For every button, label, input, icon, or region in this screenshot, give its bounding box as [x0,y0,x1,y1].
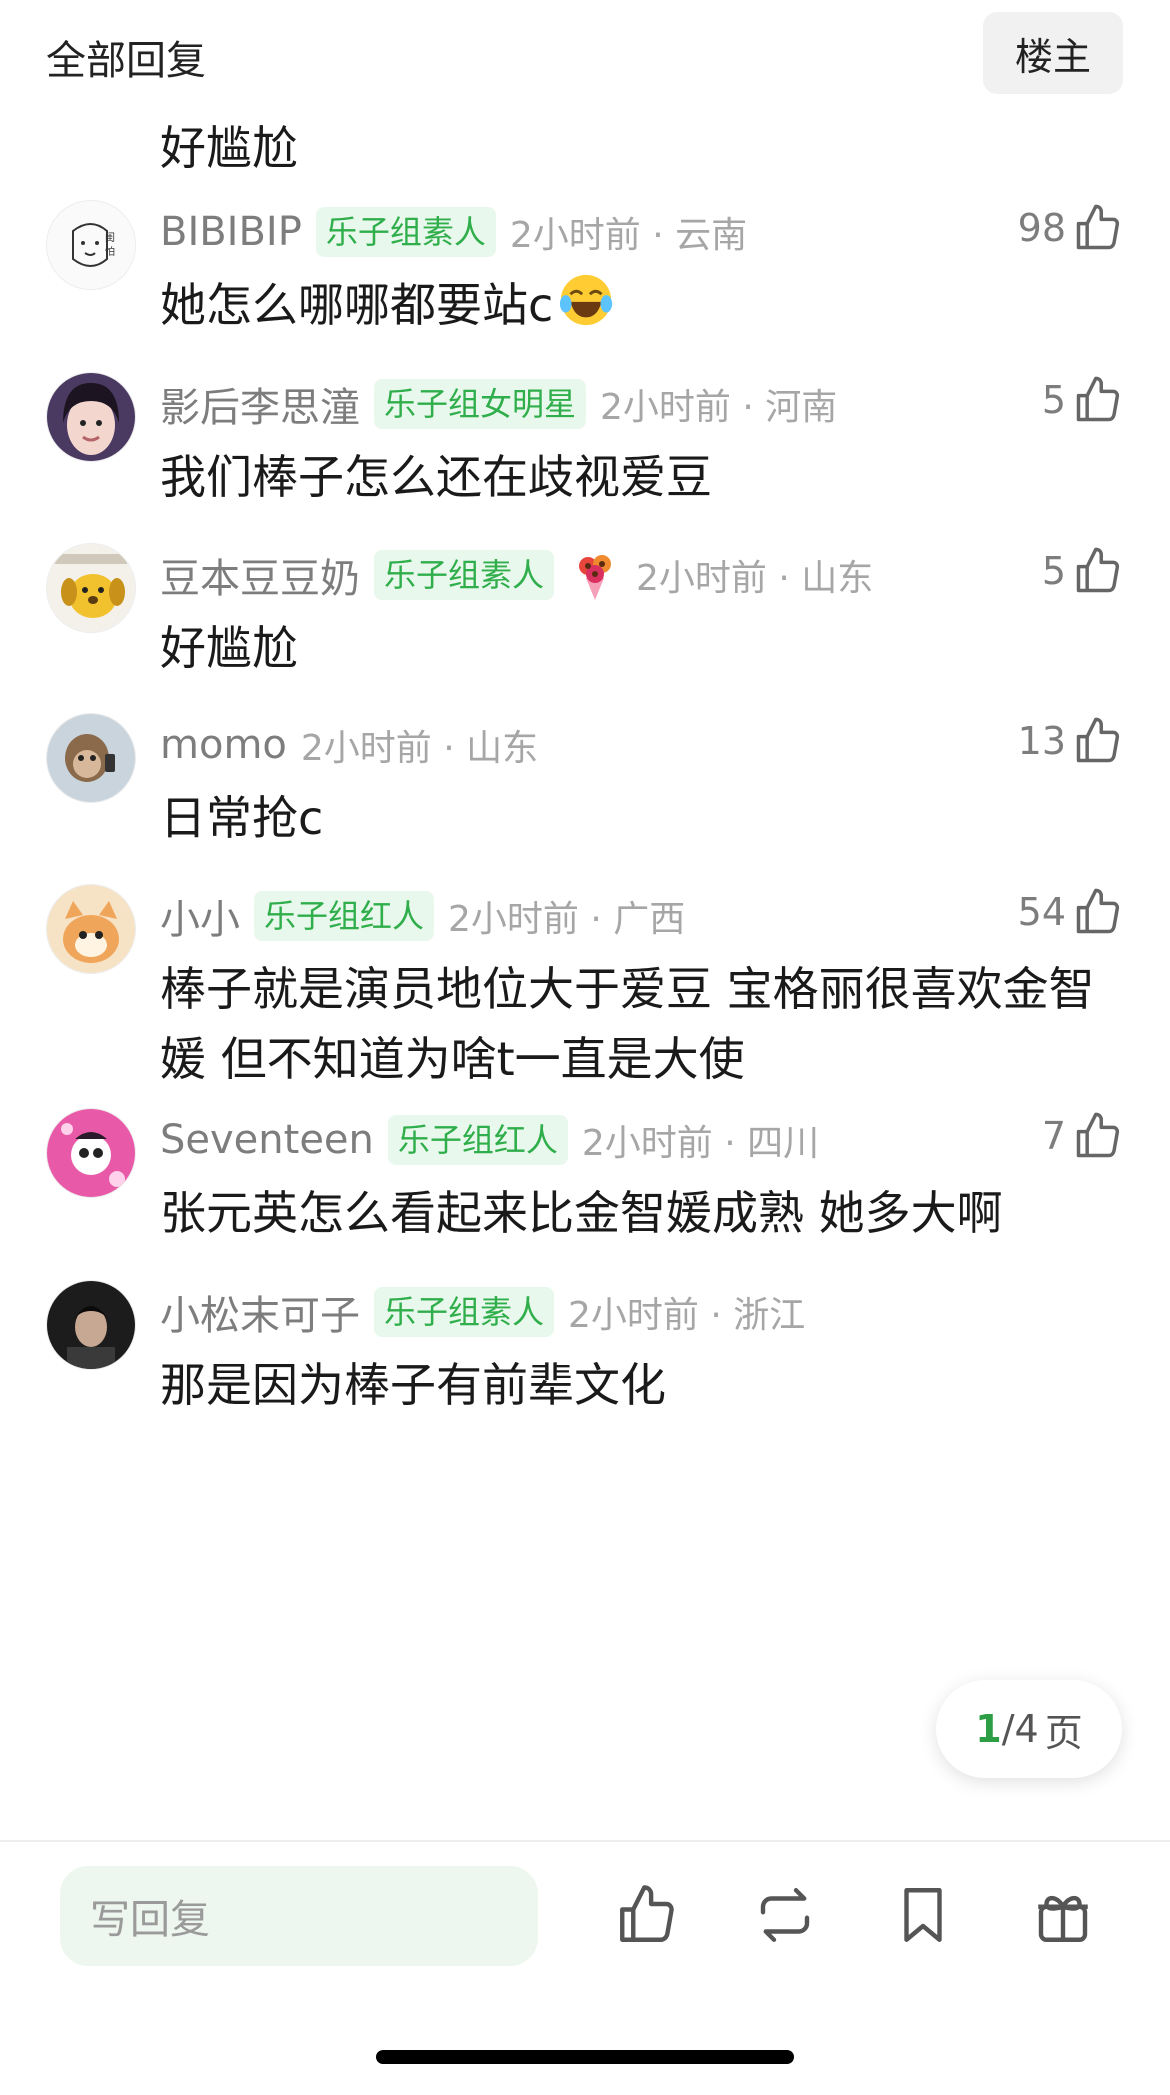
avatar[interactable] [46,884,136,974]
home-indicator [376,2050,794,2064]
svg-text:闺: 闺 [105,231,115,244]
username[interactable]: 影后李思潼 [160,375,360,433]
like-button[interactable]: 5 [1042,545,1124,597]
avatar[interactable] [46,713,136,803]
bookmark-icon[interactable] [890,1882,956,1948]
previous-reply-text: 好尴尬 [160,121,298,175]
like-button[interactable]: 7 [1042,1110,1124,1162]
comment-meta: 豆本豆豆奶 乐子组素人 2小时前 · 山东 [160,547,873,603]
like-button[interactable]: 98 [1018,202,1124,254]
user-badge: 乐子组红人 [254,891,435,941]
thumbs-up-icon [1076,1112,1120,1158]
timestamp-location: 2小时前 · 云南 [509,215,748,256]
comment-text: 棒子就是演员地位大于爱豆 宝格丽很喜欢金智媛 但不知道为啥t一直是大使 [160,962,1095,1086]
laughing-tears-emoji-icon [560,274,613,326]
username[interactable]: 小松末可子 [160,1283,360,1341]
page-title: 全部回复 [46,38,206,84]
timestamp-location: 2小时前 · 山东 [636,558,874,599]
timestamp-location: 2小时前 · 四川 [581,1123,820,1164]
comment-text-content: 她怎么哪哪都要站c [160,278,554,332]
username[interactable]: BIBIBIP [160,209,302,255]
like-count: 98 [1017,206,1066,250]
user-badge: 乐子组素人 [374,1287,555,1337]
comment-meta: 小小 乐子组红人 2小时前 · 广西 [160,888,685,944]
repost-icon[interactable] [752,1882,818,1948]
avatar[interactable] [46,372,136,462]
comment-meta: momo 2小时前 · 山东 [160,717,538,773]
comment-meta: 小松末可子 乐子组素人 2小时前 · 浙江 [160,1284,805,1340]
comment-meta: BIBIBIP 乐子组素人 2小时前 · 云南 [160,204,747,260]
thumbs-up-icon [1076,547,1120,593]
username[interactable]: momo [160,722,287,768]
like-count: 7 [1041,1114,1066,1158]
username[interactable]: 豆本豆豆奶 [160,546,360,604]
user-badge: 乐子组红人 [387,1115,568,1165]
total-pages: /4 [1001,1707,1039,1751]
user-badge: 乐子组素人 [374,550,555,600]
reply-input[interactable]: 写回复 [60,1866,538,1966]
comment-text: 张元英怎么看起来比金智媛成熟 她多大啊 [160,1186,1003,1240]
comment-text: 我们棒子怎么还在歧视爱豆 [160,450,712,504]
comment-text: 日常抢c [160,791,324,845]
comment-meta: Seventeen 乐子组红人 2小时前 · 四川 [160,1112,819,1168]
like-count: 5 [1041,549,1066,593]
avatar[interactable] [46,543,136,633]
thumbs-up-icon [1076,717,1120,763]
like-count: 54 [1017,890,1066,934]
like-button[interactable]: 13 [1018,715,1124,767]
like-button[interactable]: 54 [1018,886,1124,938]
comment-text: 好尴尬 [160,621,298,675]
comment-meta: 影后李思潼 乐子组女明星 2小时前 · 河南 [160,376,837,432]
like-button[interactable]: 5 [1042,374,1124,426]
page-unit: 页 [1044,1710,1083,1755]
timestamp-location: 2小时前 · 浙江 [568,1295,806,1336]
owner-only-button[interactable]: 楼主 [983,12,1123,94]
user-badge: 乐子组素人 [315,207,496,257]
avatar[interactable] [46,1108,136,1198]
thumbs-up-icon[interactable] [614,1882,680,1948]
user-badge: 乐子组女明星 [374,379,587,429]
page-indicator-button[interactable]: 1/4 页 [936,1680,1122,1778]
timestamp-location: 2小时前 · 山东 [300,728,539,769]
username[interactable]: 小小 [160,887,240,945]
current-page: 1 [975,1707,1002,1751]
thumbs-up-icon [1076,888,1120,934]
svg-text:怕: 怕 [105,245,115,258]
header: 全部回复 楼主 [0,0,1170,110]
like-count: 13 [1017,719,1066,763]
like-count: 5 [1041,378,1066,422]
flower-bouquet-sticker-icon [579,555,612,600]
username[interactable]: Seventeen [160,1117,374,1163]
thumbs-up-icon [1076,204,1120,250]
comment-text: 那是因为棒子有前辈文化 [160,1358,666,1412]
timestamp-location: 2小时前 · 广西 [448,899,686,940]
avatar[interactable] [46,1280,136,1370]
avatar[interactable]: 闺怕 [46,200,136,290]
thumbs-up-icon [1076,376,1120,422]
gift-icon[interactable] [1030,1882,1096,1948]
comment-text: 她怎么哪哪都要站c [160,270,1120,340]
timestamp-location: 2小时前 · 河南 [600,387,838,428]
